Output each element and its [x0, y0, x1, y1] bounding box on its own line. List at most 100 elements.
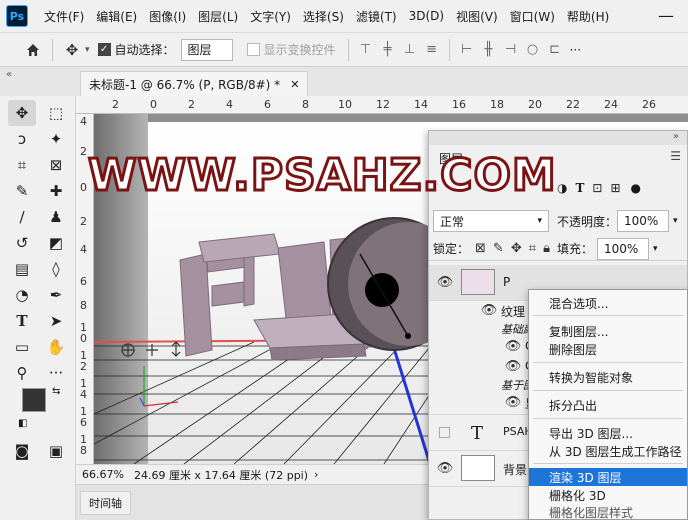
- align-left-icon[interactable]: ⊢: [456, 39, 478, 61]
- ruler-tick: 26: [642, 98, 656, 111]
- lock-all-icon[interactable]: 🔒︎: [543, 241, 550, 256]
- lock-paint-icon[interactable]: ✎: [493, 241, 504, 256]
- eraser-tool[interactable]: ◩: [42, 230, 70, 256]
- marquee-tool[interactable]: ⬚: [42, 100, 70, 126]
- move-tool[interactable]: ✥: [8, 100, 36, 126]
- menu-file[interactable]: 文件(F): [38, 8, 90, 25]
- collapse-toolbar-button[interactable]: «: [6, 69, 12, 80]
- align-top-icon[interactable]: ⊤: [355, 39, 377, 61]
- menu-3d[interactable]: 3D(D): [403, 9, 450, 23]
- eye-icon[interactable]: 👁︎: [477, 303, 501, 318]
- crop-tool[interactable]: ⌗: [8, 152, 36, 178]
- blend-mode-dropdown[interactable]: 正常 ▾: [433, 210, 549, 232]
- filter-type-icon[interactable]: T: [575, 181, 584, 195]
- home-icon[interactable]: [20, 38, 46, 62]
- close-icon[interactable]: ✕: [290, 78, 299, 91]
- lock-artboard-icon[interactable]: ⌗: [529, 241, 536, 256]
- menu-edit[interactable]: 编辑(E): [90, 8, 143, 25]
- default-colors-icon[interactable]: ◧: [18, 418, 27, 429]
- auto-select-checkbox[interactable]: ✓: [97, 43, 111, 56]
- lock-position-icon[interactable]: ✥: [511, 241, 522, 256]
- ruler-tick: 22: [566, 98, 580, 111]
- path-selection-tool[interactable]: ➤: [42, 308, 70, 334]
- zoom-tool[interactable]: ⚲: [8, 360, 36, 386]
- zoom-3d-icon[interactable]: ○: [522, 39, 544, 61]
- frame-tool[interactable]: ⊠: [42, 152, 70, 178]
- magic-wand-tool[interactable]: ✦: [42, 126, 70, 152]
- document-tab[interactable]: 未标题-1 @ 66.7% (P, RGB/8#) * ✕: [80, 71, 309, 97]
- menu-type[interactable]: 文字(Y): [244, 8, 297, 25]
- collapse-panel-icon[interactable]: »: [673, 131, 679, 142]
- status-more-icon[interactable]: ›: [314, 468, 318, 481]
- ruler-tick: 6: [80, 275, 87, 288]
- menu-window[interactable]: 窗口(W): [504, 8, 561, 25]
- more-options-button[interactable]: ···: [570, 43, 581, 57]
- eye-icon[interactable]: 👁︎: [501, 339, 525, 354]
- screen-mode-icon[interactable]: ▣: [42, 438, 70, 464]
- menu-item-generate-work-path[interactable]: 从 3D 图层生成工作路径: [529, 442, 687, 460]
- bracket-icon[interactable]: ⊏: [544, 39, 566, 61]
- align-hcenter-icon[interactable]: ╫: [478, 39, 500, 61]
- menu-item-rasterize-3d[interactable]: 栅格化 3D: [529, 486, 687, 504]
- menu-item-convert-smart-object[interactable]: 转换为智能对象: [529, 368, 687, 386]
- clone-stamp-tool[interactable]: ♟: [42, 204, 70, 230]
- rectangle-tool[interactable]: ▭: [8, 334, 36, 360]
- zoom-level[interactable]: 66.67%: [82, 468, 124, 481]
- menu-item-rasterize-layer-style[interactable]: 栅格化图层样式: [529, 503, 687, 520]
- menu-item-export-3d[interactable]: 导出 3D 图层...: [529, 424, 687, 442]
- dodge-tool[interactable]: ◔: [8, 282, 36, 308]
- align-vcenter-icon[interactable]: ╪: [377, 39, 399, 61]
- panel-menu-icon[interactable]: ☰: [670, 149, 681, 163]
- move-tool-icon[interactable]: ✥: [59, 38, 85, 62]
- options-bar: ✥ ▾ ✓ 自动选择： 图层 显示变换控件 ⊤ ╪ ⊥ ≡ ⊢ ╫ ⊣ ○ ⊏ …: [0, 32, 688, 66]
- menu-view[interactable]: 视图(V): [450, 8, 504, 25]
- lasso-tool[interactable]: ↄ: [8, 126, 36, 152]
- menu-layer[interactable]: 图层(L): [192, 8, 244, 25]
- eye-icon[interactable]: 👁︎: [433, 275, 457, 290]
- type-tool[interactable]: T: [8, 308, 36, 334]
- menu-item-split-extrusion[interactable]: 拆分凸出: [529, 396, 687, 414]
- eye-icon[interactable]: 👁︎: [433, 461, 457, 476]
- visibility-toggle[interactable]: [439, 427, 450, 438]
- lock-label: 锁定：: [433, 242, 470, 256]
- chevron-down-icon[interactable]: ▾: [653, 244, 658, 254]
- filter-shape-icon[interactable]: ⊡: [592, 181, 602, 195]
- menu-help[interactable]: 帮助(H): [561, 8, 615, 25]
- swap-colors-icon[interactable]: ⇆: [52, 386, 60, 397]
- align-bottom-icon[interactable]: ⊥: [399, 39, 421, 61]
- lock-pixels-icon[interactable]: ⊠: [475, 241, 486, 256]
- menu-image[interactable]: 图像(I): [143, 8, 192, 25]
- eye-icon[interactable]: 👁︎: [501, 395, 525, 410]
- menu-item-render-3d[interactable]: 渲染 3D 图层: [529, 468, 687, 486]
- minimize-button[interactable]: —: [658, 6, 674, 25]
- align-right-icon[interactable]: ⊣: [500, 39, 522, 61]
- filter-smart-icon[interactable]: ⊞: [610, 181, 620, 195]
- healing-brush-tool[interactable]: ✚: [42, 178, 70, 204]
- blur-tool[interactable]: ◊: [42, 256, 70, 282]
- pen-tool[interactable]: ✒: [42, 282, 70, 308]
- eyedropper-tool[interactable]: ✎: [8, 178, 36, 204]
- foreground-color-swatch[interactable]: [22, 388, 46, 412]
- menu-filter[interactable]: 滤镜(T): [350, 8, 403, 25]
- gradient-tool[interactable]: ▤: [8, 256, 36, 282]
- quick-mask-icon[interactable]: ◙: [8, 438, 36, 464]
- auto-select-dropdown[interactable]: 图层: [180, 38, 233, 61]
- filter-toggle-icon[interactable]: ●: [631, 181, 641, 195]
- menu-select[interactable]: 选择(S): [297, 8, 350, 25]
- eye-icon[interactable]: 👁︎: [501, 359, 525, 374]
- brush-tool[interactable]: ∕: [8, 204, 36, 230]
- opacity-input[interactable]: 100%: [617, 210, 670, 232]
- chevron-down-icon[interactable]: ▾: [673, 216, 678, 226]
- menu-item-delete-layer[interactable]: 删除图层: [529, 340, 687, 358]
- hand-tool[interactable]: ✋: [42, 334, 70, 360]
- more-tools[interactable]: ···: [42, 360, 70, 386]
- history-brush-tool[interactable]: ↺: [8, 230, 36, 256]
- show-transform-checkbox[interactable]: [246, 43, 260, 56]
- chevron-down-icon[interactable]: ▾: [85, 45, 90, 55]
- distribute-icon[interactable]: ≡: [421, 39, 443, 61]
- menu-item-duplicate-layer[interactable]: 复制图层...: [529, 322, 687, 340]
- menu-item-blending-options[interactable]: 混合选项...: [529, 294, 687, 312]
- timeline-tab[interactable]: 时间轴: [80, 491, 131, 515]
- filter-circle-icon[interactable]: ◑: [557, 181, 567, 195]
- fill-input[interactable]: 100%: [597, 237, 649, 260]
